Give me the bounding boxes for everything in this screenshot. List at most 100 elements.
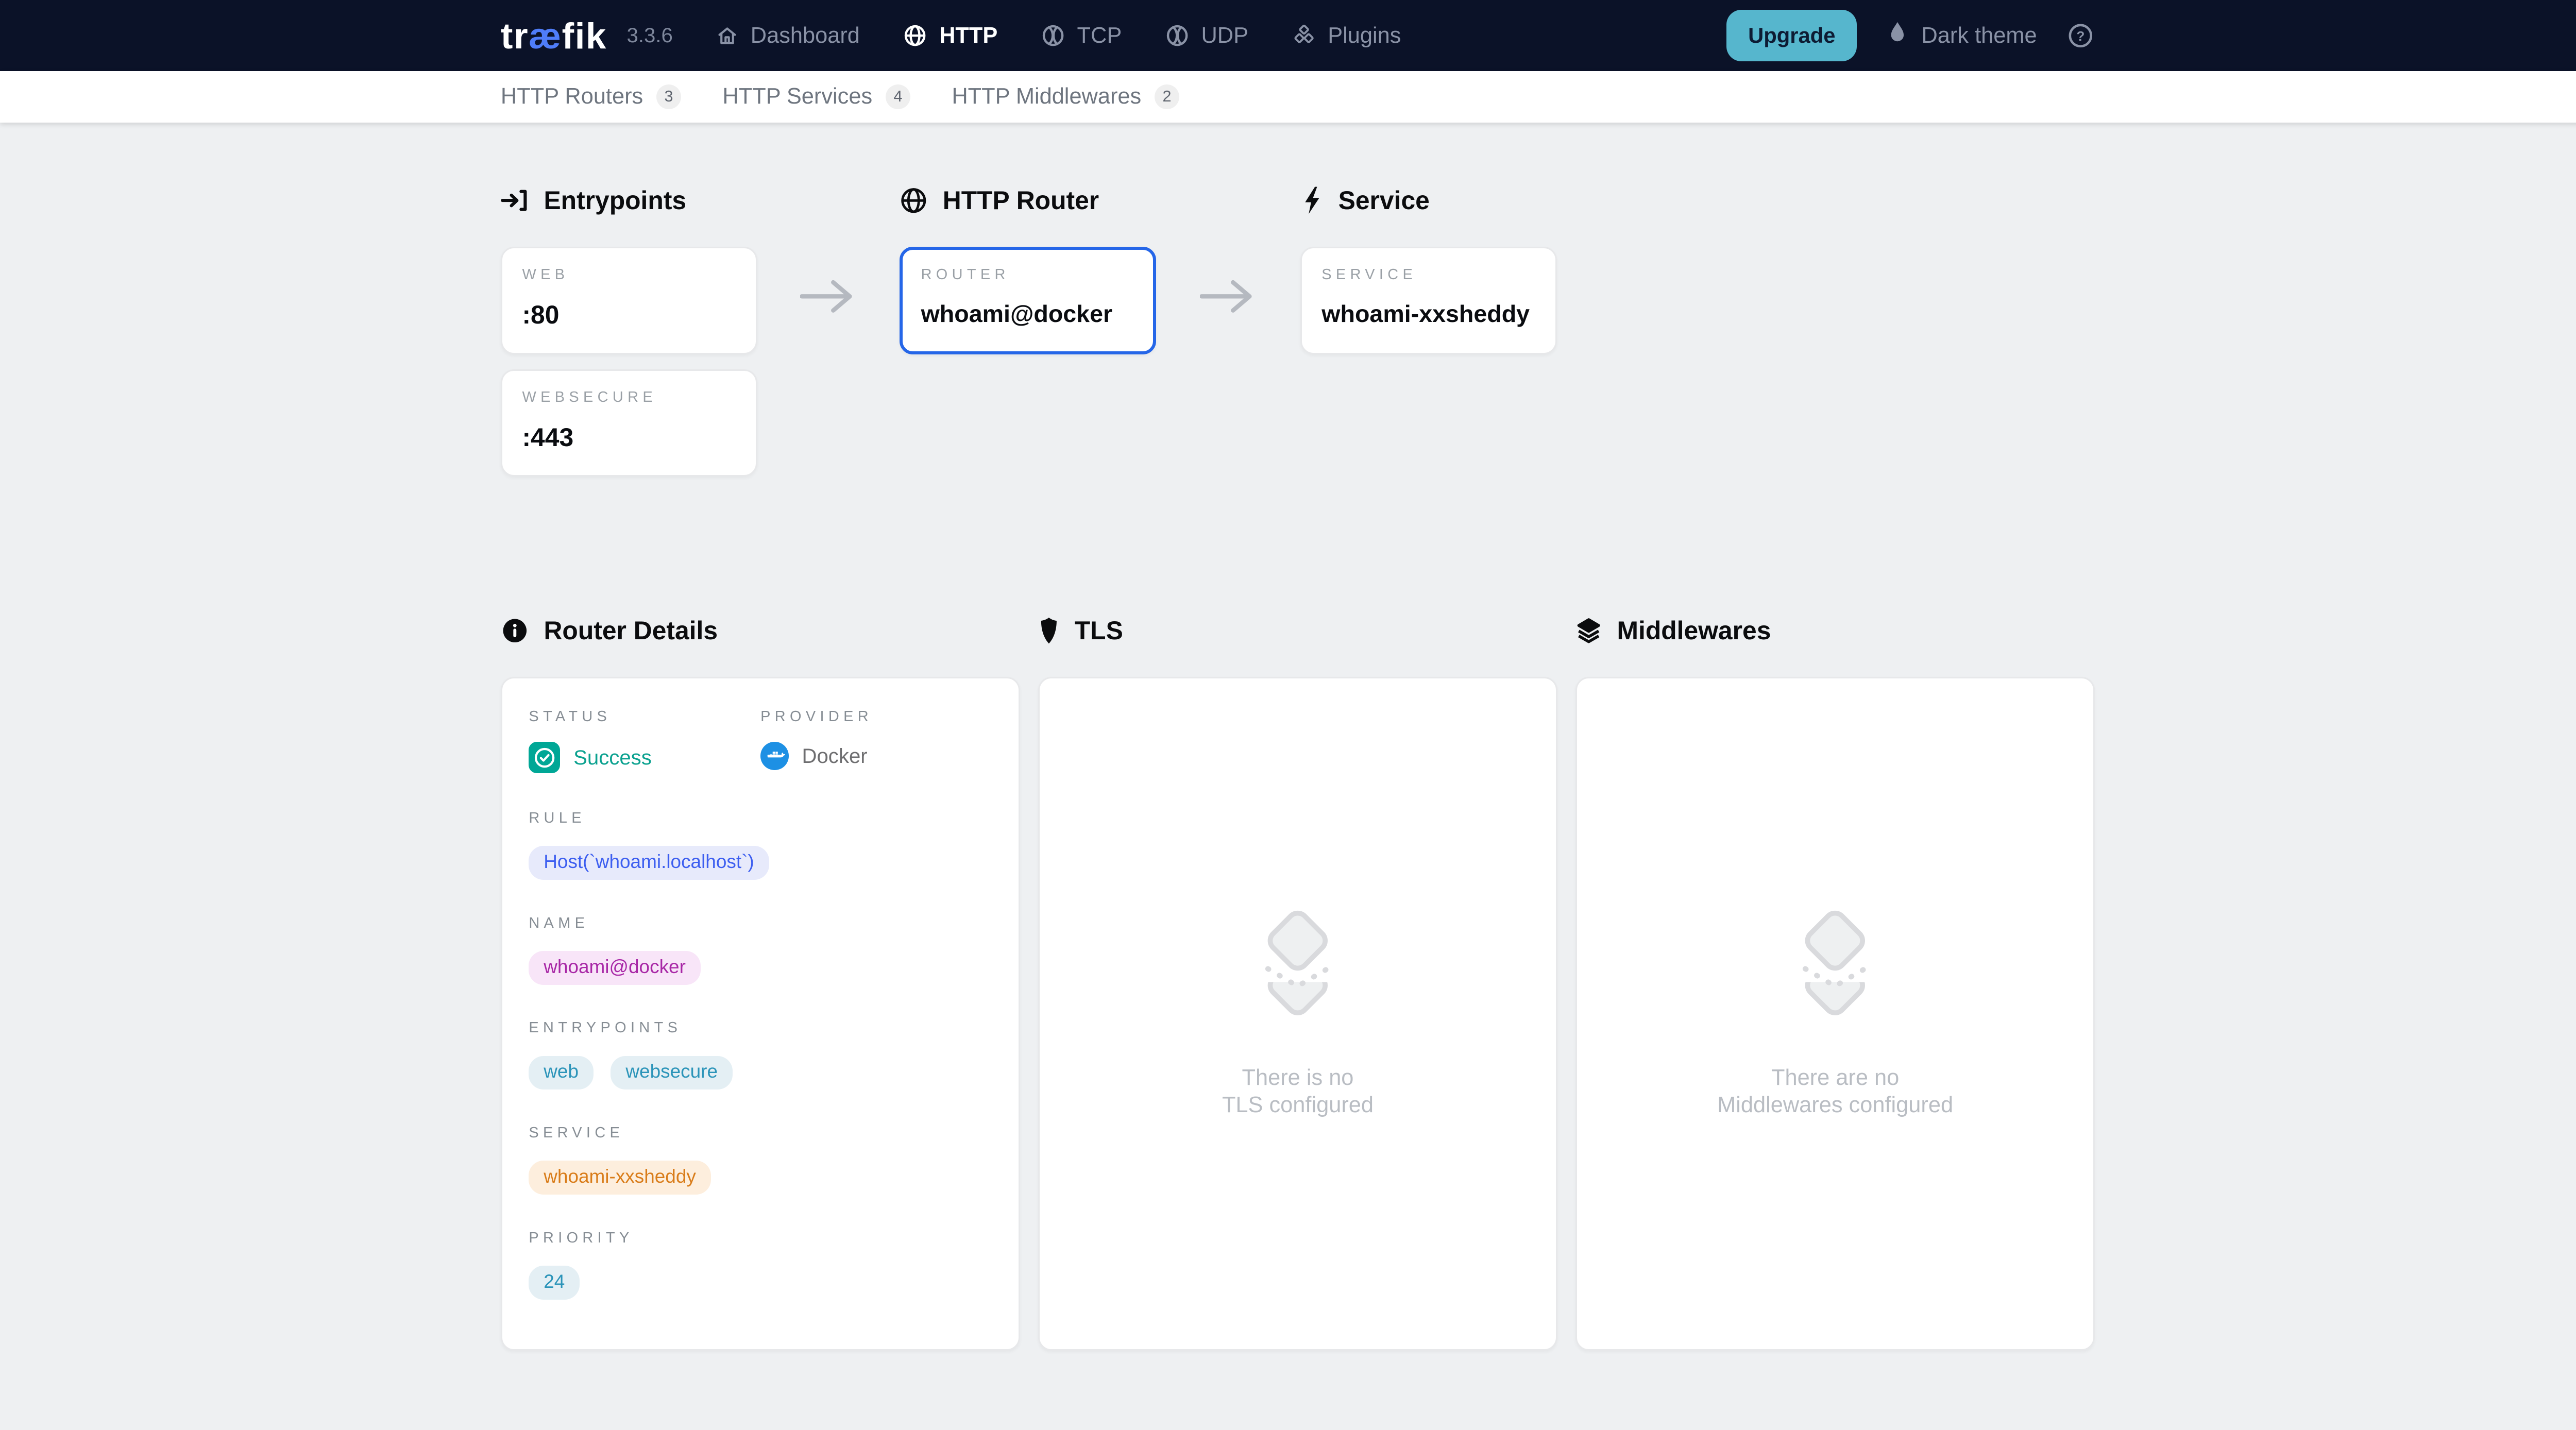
http-subnav: HTTP Routers 3 HTTP Services 4 HTTP Midd… [0, 71, 2576, 123]
provider-value: Docker [802, 744, 867, 768]
service-label: SERVICE [529, 1125, 992, 1142]
status-badge: Success [573, 746, 652, 770]
priority-label: PRIORITY [529, 1230, 992, 1247]
udp-icon [1165, 23, 1190, 48]
entrypoint-card-web[interactable]: WEB :80 [501, 247, 757, 354]
main-nav: Dashboard HTTP TCP [716, 23, 1401, 48]
tab-http-services[interactable]: HTTP Services 4 [722, 84, 910, 109]
card-value: whoami-xxsheddy [1321, 300, 1535, 328]
card-label: WEB [522, 266, 736, 283]
tls-empty-text: There is no TLS configured [1222, 1064, 1374, 1119]
middlewares-empty-card: There are no Middlewares configured [1575, 677, 2095, 1351]
globe-icon [900, 186, 928, 215]
tab-http-middlewares[interactable]: HTTP Middlewares 2 [952, 84, 1179, 109]
tcp-icon [1041, 23, 1065, 48]
name-pill: whoami@docker [529, 951, 700, 985]
traefik-logo[interactable]: træfik [501, 15, 607, 57]
empty-layers-icon [1782, 909, 1888, 1025]
entrypoints-label: ENTRYPOINTS [529, 1019, 992, 1036]
globe-icon [903, 23, 927, 48]
rule-pill: Host(`whoami.localhost`) [529, 846, 769, 880]
priority-pill: 24 [529, 1266, 580, 1300]
middlewares-section: Middlewares There are no Middlewares co [1575, 616, 2095, 1351]
provider-label: PROVIDER [760, 708, 992, 725]
service-field: SERVICE whoami-xxsheddy [529, 1125, 992, 1195]
count-badge: 2 [1155, 84, 1179, 109]
service-card[interactable]: SERVICE whoami-xxsheddy [1300, 247, 1557, 354]
card-value: :80 [522, 300, 736, 330]
name-field: NAME whoami@docker [529, 915, 992, 985]
info-icon [501, 617, 529, 645]
card-label: WEBSECURE [522, 389, 736, 406]
middlewares-title: Middlewares [1575, 616, 2095, 645]
nav-item-http[interactable]: HTTP [903, 23, 997, 48]
tab-label: HTTP Middlewares [952, 84, 1141, 109]
card-label: ROUTER [921, 266, 1135, 283]
shield-icon [1038, 617, 1060, 645]
provider-field: PROVIDER Docker [760, 708, 992, 773]
router-detail-page: Entrypoints WEB :80 WEBSECURE :443 [501, 123, 2095, 1351]
http-router-title: HTTP Router [900, 185, 1156, 215]
service-column: Service SERVICE whoami-xxsheddy [1300, 185, 1557, 354]
nav-item-dashboard[interactable]: Dashboard [716, 23, 860, 48]
tls-title: TLS [1038, 616, 1557, 645]
tab-label: HTTP Routers [501, 84, 643, 109]
entrypoints-column: Entrypoints WEB :80 WEBSECURE :443 [501, 185, 757, 477]
nav-label: Dashboard [751, 23, 860, 48]
service-pill[interactable]: whoami-xxsheddy [529, 1161, 710, 1195]
lightning-bolt-icon [1300, 185, 1324, 215]
nav-label: Plugins [1328, 23, 1401, 48]
droplet-icon [1887, 20, 1908, 52]
success-check-icon [529, 742, 560, 773]
rule-field: RULE Host(`whoami.localhost`) [529, 810, 992, 880]
theme-toggle[interactable]: Dark theme [1887, 20, 2037, 52]
middlewares-empty-text: There are no Middlewares configured [1717, 1064, 1953, 1119]
entrypoints-title: Entrypoints [501, 185, 757, 215]
rule-label: RULE [529, 810, 992, 827]
entrypoint-arrow-icon [501, 188, 529, 213]
entrypoint-card-websecure[interactable]: WEBSECURE :443 [501, 369, 757, 477]
docker-icon [760, 742, 789, 770]
card-label: SERVICE [1321, 266, 1535, 283]
name-label: NAME [529, 915, 992, 932]
router-card[interactable]: ROUTER whoami@docker [900, 247, 1156, 354]
router-details-title: Router Details [501, 616, 1020, 645]
router-details-card: STATUS Success PROVID [501, 677, 1020, 1351]
count-badge: 4 [886, 84, 910, 109]
service-title: Service [1300, 185, 1557, 215]
tab-http-routers[interactable]: HTTP Routers 3 [501, 84, 681, 109]
traefik-dashboard: træfik 3.3.6 Dashboard [0, 0, 2576, 1430]
flow-arrow-icon [1156, 185, 1300, 315]
flow-arrow-icon [757, 185, 900, 315]
entrypoint-pill: web [529, 1056, 594, 1090]
plugins-cubes-icon [1292, 23, 1316, 48]
empty-layers-icon [1245, 909, 1351, 1025]
home-icon [716, 24, 739, 47]
request-flow: Entrypoints WEB :80 WEBSECURE :443 [501, 185, 2095, 477]
entrypoints-field: ENTRYPOINTS web websecure [529, 1019, 992, 1089]
help-icon[interactable]: ? [2066, 22, 2095, 50]
nav-item-plugins[interactable]: Plugins [1292, 23, 1401, 48]
status-label: STATUS [529, 708, 760, 725]
upgrade-button[interactable]: Upgrade [1726, 10, 1857, 61]
router-details-section: Router Details STATUS [501, 616, 1020, 1351]
nav-label: HTTP [939, 23, 997, 48]
entrypoint-pill: websecure [611, 1056, 732, 1090]
nav-item-udp[interactable]: UDP [1165, 23, 1248, 48]
count-badge: 3 [656, 84, 681, 109]
version-label: 3.3.6 [626, 24, 672, 47]
tls-section: TLS There is no TLS configured [1038, 616, 1557, 1351]
card-value: :443 [522, 422, 736, 452]
router-column: HTTP Router ROUTER whoami@docker [900, 185, 1156, 354]
status-field: STATUS Success [529, 708, 760, 773]
nav-item-tcp[interactable]: TCP [1041, 23, 1122, 48]
card-value: whoami@docker [921, 300, 1135, 328]
svg-text:?: ? [2077, 28, 2085, 44]
top-navbar: træfik 3.3.6 Dashboard [0, 0, 2576, 71]
theme-label: Dark theme [1921, 23, 2037, 48]
tls-empty-card: There is no TLS configured [1038, 677, 1557, 1351]
layers-icon [1575, 617, 1602, 645]
detail-sections: Router Details STATUS [501, 616, 2095, 1351]
priority-field: PRIORITY 24 [529, 1230, 992, 1300]
tab-label: HTTP Services [722, 84, 872, 109]
